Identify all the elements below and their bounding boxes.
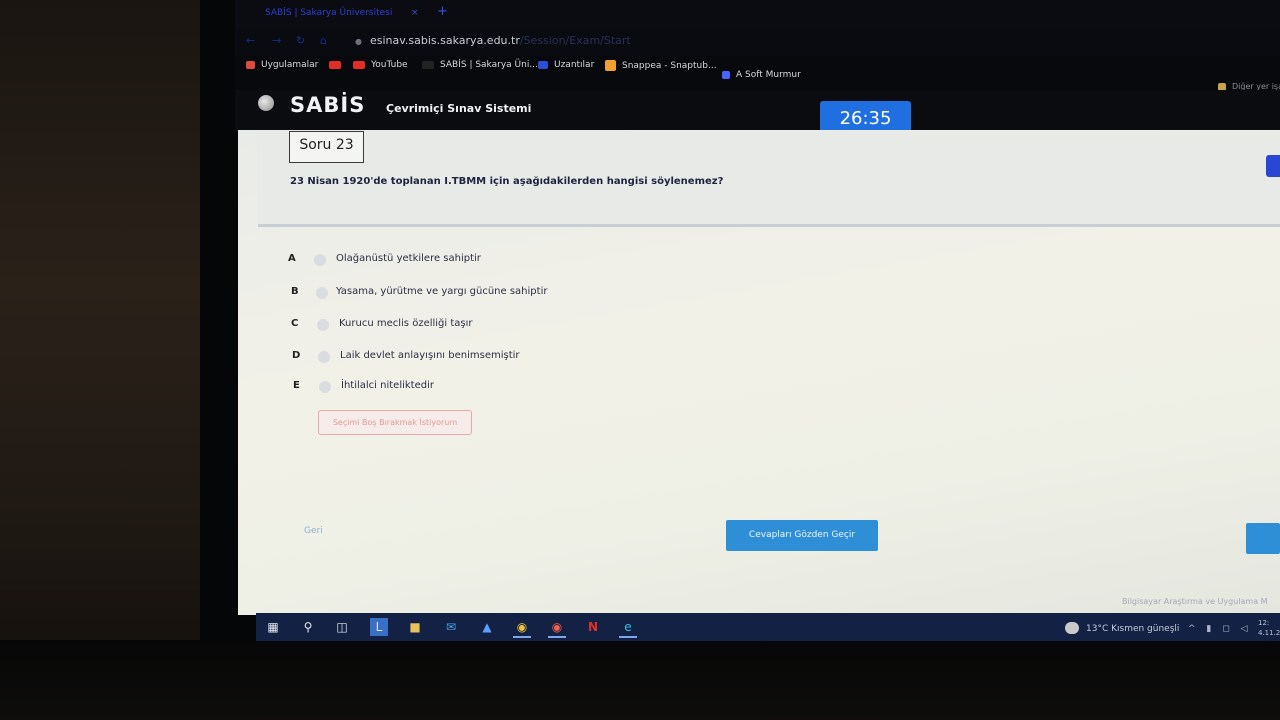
browser-tab[interactable]: SABİS | Sakarya Üniversitesi ×: [255, 4, 450, 22]
divider: [258, 224, 1280, 227]
question-number: Soru 23: [289, 131, 364, 163]
clear-selection-button[interactable]: Seçimi Boş Bırakmak İstiyorum: [318, 410, 472, 435]
system-tray-icons[interactable]: ^ ▮ ◻ ◁: [1188, 624, 1251, 634]
option-text: İhtilalci niteliktedir: [341, 380, 434, 391]
option-radio[interactable]: [316, 287, 328, 299]
option-text: Olağanüstü yetkilere sahiptir: [336, 253, 481, 264]
url-path: /Session/Exam/Start: [519, 34, 631, 47]
bookmark-sabis[interactable]: SABİS | Sakarya Üni...: [422, 60, 538, 70]
next-button[interactable]: [1246, 523, 1280, 554]
url-field[interactable]: ● esinav.sabis.sakarya.edu.tr/Session/Exa…: [355, 34, 631, 47]
lync-app-icon[interactable]: L: [370, 618, 388, 636]
bookmark-label: Snappea - Snaptub...: [622, 61, 717, 71]
bookmark-label: SABİS | Sakarya Üni...: [440, 60, 538, 70]
option-letter: A: [288, 253, 296, 264]
new-tab-icon[interactable]: +: [437, 4, 448, 19]
home-icon[interactable]: ⌂: [320, 34, 327, 47]
option-text: Yasama, yürütme ve yargı gücüne sahiptir: [336, 286, 548, 297]
windows-start-icon[interactable]: ▦: [264, 618, 282, 636]
browser-tab-title: SABİS | Sakarya Üniversitesi: [265, 8, 393, 18]
option-text: Kurucu meclis özelliği taşır: [339, 318, 473, 329]
back-arrow-icon[interactable]: ←: [246, 34, 255, 47]
reload-icon[interactable]: ↻: [296, 34, 305, 47]
search-icon[interactable]: ⚲: [299, 618, 317, 636]
globe-logo-icon: [258, 95, 274, 111]
apps-grid-icon: [246, 60, 255, 69]
option-letter: C: [291, 318, 299, 329]
option-radio[interactable]: [318, 351, 330, 363]
option-letter: E: [293, 380, 300, 391]
file-explorer-icon[interactable]: ■: [406, 618, 424, 636]
site-subtitle: Çevrimiçi Sınav Sistemi: [386, 102, 532, 115]
site-logo[interactable]: SABİS: [290, 93, 365, 117]
clock-time: 12:: [1258, 619, 1270, 627]
a-soft-murmur-icon: [722, 70, 730, 79]
forward-arrow-icon[interactable]: →: [272, 34, 281, 47]
lock-icon: ●: [355, 37, 362, 46]
clock-date: 4.11.20: [1258, 629, 1280, 637]
question-text: 23 Nisan 1920'de toplanan I.TBMM için aş…: [290, 176, 724, 187]
review-answers-button[interactable]: Cevapları Gözden Geçir: [726, 520, 878, 551]
taskbar-clock[interactable]: 12: 4.11.20: [1258, 618, 1280, 638]
back-button[interactable]: Geri: [304, 526, 323, 536]
close-tab-icon[interactable]: ×: [411, 4, 419, 22]
bookmark-youtube-1[interactable]: [329, 60, 347, 70]
bookmark-extensions[interactable]: Uzantılar: [538, 60, 594, 70]
youtube-icon: [353, 60, 365, 69]
task-view-icon[interactable]: ◫: [333, 618, 351, 636]
option-radio[interactable]: [317, 319, 329, 331]
option-radio[interactable]: [319, 381, 331, 393]
option-radio[interactable]: [314, 254, 326, 266]
snappea-icon: [605, 60, 616, 71]
option-letter: B: [291, 286, 299, 297]
chrome-icon[interactable]: ◉: [513, 618, 531, 638]
weather-icon: [1065, 622, 1079, 634]
bookmark-a-soft-murmur[interactable]: A Soft Murmur: [722, 70, 801, 80]
edge-icon[interactable]: e: [619, 618, 637, 638]
bookmark-label: YouTube: [371, 60, 408, 70]
url-host: esinav.sabis.sakarya.edu.tr: [369, 34, 520, 47]
store-icon[interactable]: ▲: [478, 618, 496, 636]
bookmark-youtube[interactable]: YouTube: [353, 60, 408, 70]
weather-text[interactable]: 13°C Kısmen güneşli: [1086, 624, 1179, 634]
footer-text: Bilgisayar Araştırma ve Uygulama M: [1122, 597, 1268, 606]
bookmark-snappea[interactable]: Snappea - Snaptub...: [605, 60, 717, 71]
sabis-icon: [422, 60, 434, 69]
app-icon[interactable]: ◉: [548, 618, 566, 638]
side-panel-tab[interactable]: [1266, 155, 1280, 177]
option-letter: D: [292, 350, 301, 361]
option-text: Laik devlet anlayışını benimsemiştir: [340, 350, 520, 361]
bookmark-label: Uygulamalar: [261, 60, 319, 70]
puzzle-icon: [538, 60, 548, 69]
bookmark-apps[interactable]: Uygulamalar: [246, 60, 318, 70]
bookmark-label: Uzantılar: [554, 60, 595, 70]
youtube-icon: [329, 60, 341, 69]
mail-icon[interactable]: ✉: [442, 618, 460, 636]
bookmark-label: A Soft Murmur: [736, 70, 801, 80]
desk-background: [0, 640, 1280, 720]
netflix-icon[interactable]: N: [584, 618, 602, 636]
